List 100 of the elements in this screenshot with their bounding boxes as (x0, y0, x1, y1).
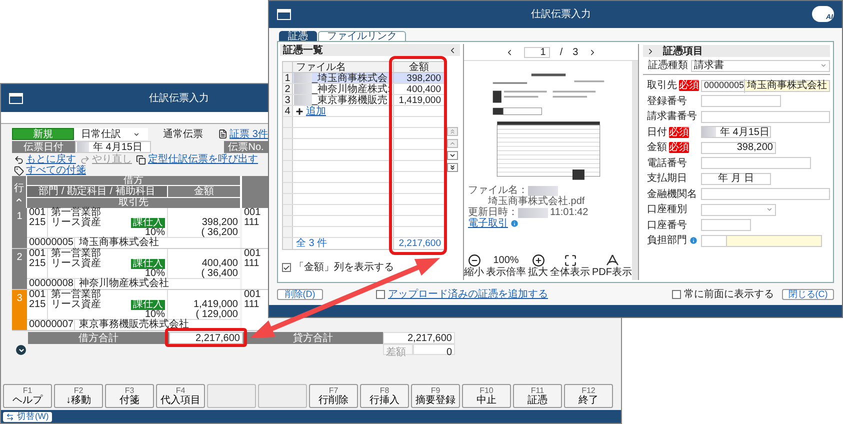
expand-icon[interactable] (646, 46, 655, 56)
toolbar-link[interactable]: すべての付箋 (26, 165, 86, 176)
journal-type-dropdown[interactable]: 日常仕訳 (74, 128, 148, 140)
blurred-block (294, 95, 312, 105)
upload-link[interactable]: アップロード済みの証憑を追加する (388, 286, 548, 302)
mode-label: 新規 (12, 128, 74, 140)
file-name: _東京事務機販売 (312, 94, 388, 106)
table-cell: 215 (29, 300, 47, 310)
list-row[interactable]: 3 _東京事務機販売 1,419,000 (283, 95, 444, 106)
function-key[interactable]: F1 ヘルプ (3, 384, 52, 408)
tool-label[interactable]: 全体表示 (550, 267, 590, 278)
date-field[interactable]: 年 月 日 (701, 172, 771, 185)
file-name: _埼玉商事株式会 (312, 72, 388, 84)
info-icon[interactable] (689, 236, 698, 246)
table-cell: 215 (29, 259, 47, 269)
table-cell-text: 第一営業部 (51, 208, 102, 218)
table-cell: 001 (29, 249, 47, 259)
tag-icon (14, 166, 24, 176)
required-badge: 必須 (679, 80, 699, 92)
voucher-link[interactable]: 証票 3件 (230, 126, 268, 142)
delete-button[interactable]: 削除(D) (277, 288, 323, 300)
field-label: 取引先 (647, 78, 677, 94)
move-down-button[interactable] (447, 151, 458, 160)
partner-field[interactable]: 00000005 埼玉商事株式会社 (701, 80, 830, 92)
function-key[interactable]: F7 行削除 (309, 384, 358, 408)
scrollbar[interactable] (632, 61, 638, 280)
input-field[interactable] (701, 219, 751, 232)
blurred-block (518, 208, 548, 218)
field-label: 口座番号 (647, 218, 687, 233)
close-button[interactable]: 閉じる(C) (782, 288, 834, 300)
add-link[interactable]: 追加 (306, 106, 326, 116)
field-label: 日付 (647, 126, 667, 140)
tool-label[interactable]: PDF表示 (592, 267, 632, 278)
function-key[interactable]: F10 中止 (462, 384, 511, 408)
list-total: 2,217,600 (398, 238, 442, 249)
table-cell: リース資産 (51, 259, 101, 269)
caret-icon (820, 62, 827, 69)
input-field[interactable] (701, 95, 781, 108)
list-row[interactable]: 1 _埼玉商事株式会 398,200 (283, 73, 444, 84)
row-number[interactable]: 1 (12, 208, 27, 248)
move-top-button[interactable] (447, 127, 458, 136)
toolbar-link[interactable]: もとに戻す (26, 154, 76, 165)
table-cell: ( 36,200 (201, 228, 238, 238)
function-key[interactable]: F12 終了 (564, 384, 613, 408)
slip-type: 通常伝票 (162, 128, 204, 142)
expand-icon[interactable] (16, 345, 26, 355)
function-key[interactable]: F3 付箋 (105, 384, 154, 408)
checkbox[interactable] (282, 263, 291, 272)
up-icon (449, 140, 456, 147)
type-dropdown[interactable]: 請求書 (691, 60, 830, 72)
page-field[interactable]: 1 (524, 46, 550, 58)
tab[interactable]: 証憑 (279, 31, 317, 41)
select-field[interactable] (701, 204, 776, 216)
amount-field[interactable]: 398,200 (701, 142, 776, 154)
copy-icon (136, 154, 146, 164)
toolbar-link[interactable]: 定型仕訳伝票を呼び出す (148, 154, 258, 165)
table-cell-text: 111 (244, 218, 260, 228)
input-field[interactable] (701, 188, 830, 200)
table-cell-text: 001 (244, 290, 262, 300)
table-cell: 1,419,000 (194, 300, 238, 310)
tool-label[interactable]: 拡大 (528, 267, 548, 278)
table-cell-text: 111 (244, 300, 260, 310)
input-field[interactable] (701, 110, 830, 123)
window-icon (9, 92, 23, 104)
collapse-icon[interactable] (448, 46, 457, 54)
switch-button[interactable]: 切替(W) (3, 412, 52, 422)
required-badge: 必須 (669, 126, 689, 138)
function-key[interactable]: F8 行挿入 (360, 384, 409, 408)
move-bottom-button[interactable] (447, 163, 458, 172)
tool-label[interactable]: 表示倍率 (486, 267, 526, 278)
e-transaction-link[interactable]: 電子取引 (468, 218, 508, 229)
info-icon[interactable] (510, 219, 519, 228)
row-number: 1 (283, 73, 293, 83)
panel-title: 証憑項目 (663, 44, 703, 58)
function-key[interactable]: F9 摘要登録 (411, 384, 460, 408)
table-cell: リース資産 (51, 218, 101, 228)
total-label: 貸方合計 (243, 332, 383, 344)
function-key[interactable]: F2 ↓移動 (54, 384, 103, 408)
input-field[interactable] (701, 157, 811, 170)
checkbox[interactable] (672, 290, 681, 298)
total-value: 2,217,600 (169, 332, 243, 344)
tool-label[interactable]: 縮小 (464, 267, 484, 278)
page-separator: / (560, 46, 563, 60)
required-badge: 必須 (669, 142, 689, 154)
column-header: ファイル名 (293, 62, 394, 72)
row-number[interactable]: 2 (12, 249, 27, 289)
caret-icon (766, 206, 773, 214)
table-cell: 10% (144, 310, 165, 320)
checkbox[interactable] (376, 290, 385, 298)
function-key[interactable]: F11 証憑 (513, 384, 562, 408)
amount-cell-text: 1,419,000 (398, 95, 442, 105)
function-key[interactable]: F4 代入項目 (156, 384, 205, 408)
date-field[interactable]: 年 4月15日 (75, 141, 151, 153)
tab[interactable]: ファイルリンク (318, 31, 406, 41)
table-cell: 10% (144, 228, 165, 238)
blurred-block (77, 142, 89, 152)
date-field[interactable]: 年 4月15日 (701, 126, 771, 138)
down-icon (449, 152, 456, 159)
field-label: 証憑種類 (648, 58, 688, 73)
department-field[interactable] (701, 234, 822, 247)
